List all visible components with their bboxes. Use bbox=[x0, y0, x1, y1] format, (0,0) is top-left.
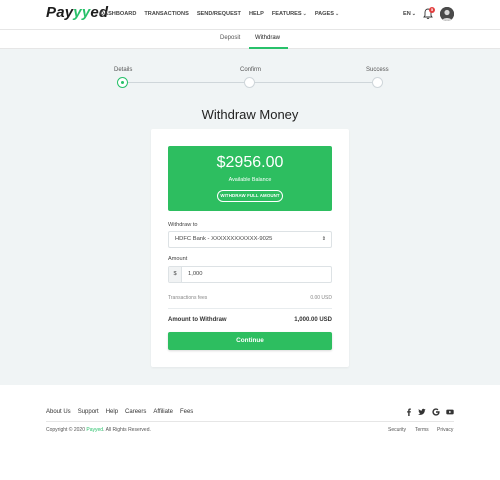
nav-transactions[interactable]: TRANSACTIONS bbox=[144, 11, 188, 17]
balance-panel: $2956.00 Available Balance WITHDRAW FULL… bbox=[168, 146, 332, 211]
footer-link-fees[interactable]: Fees bbox=[180, 409, 193, 415]
chevron-down-icon: ⌄ bbox=[302, 11, 307, 17]
chevron-down-icon: ⌄ bbox=[411, 11, 416, 17]
copyright: Copyright © 2020 Payyed. All Rights Rese… bbox=[46, 427, 151, 433]
step-dot-confirm bbox=[244, 77, 255, 88]
fees-value: 0.00 USD bbox=[310, 295, 332, 301]
copyright-brand-link[interactable]: Payyed bbox=[86, 427, 103, 433]
footer-link-affiliate[interactable]: Affiliate bbox=[153, 409, 173, 415]
chevron-down-icon: ⌄ bbox=[334, 11, 340, 17]
nav-pages[interactable]: PAGES⌄ bbox=[315, 11, 339, 17]
main-nav: DASHBOARD TRANSACTIONS SEND/REQUEST HELP… bbox=[100, 11, 347, 17]
twitter-icon[interactable] bbox=[418, 408, 426, 416]
fees-label: Transactions fees bbox=[168, 295, 208, 301]
currency-prefix: $ bbox=[169, 267, 182, 282]
total-label: Amount to Withdraw bbox=[168, 317, 227, 323]
nav-pages-label: PAGES bbox=[314, 11, 334, 17]
total-value: 1,000.00 USD bbox=[294, 317, 332, 323]
tab-withdraw[interactable]: Withdraw bbox=[255, 35, 280, 41]
fees-row: Transactions fees 0.00 USD bbox=[168, 295, 332, 303]
youtube-icon[interactable] bbox=[446, 408, 454, 416]
facebook-icon[interactable] bbox=[405, 408, 413, 416]
amount-field[interactable]: $ 1,000 bbox=[168, 266, 332, 283]
footer-link-about-us[interactable]: About Us bbox=[46, 409, 71, 415]
logo-prefix: Pay bbox=[46, 4, 74, 21]
total-row: Amount to Withdraw 1,000.00 USD bbox=[168, 317, 332, 326]
footer-link-privacy[interactable]: Privacy bbox=[437, 427, 453, 433]
footer-divider bbox=[46, 421, 454, 422]
language-label: EN bbox=[403, 11, 411, 17]
select-arrows-icon: ⇕ bbox=[321, 236, 326, 242]
withdraw-to-select[interactable]: HDFC Bank - XXXXXXXXXXXX-9025 ⇕ bbox=[168, 231, 332, 248]
withdraw-to-value: HDFC Bank - XXXXXXXXXXXX-9025 bbox=[175, 236, 273, 242]
step-dot-success bbox=[372, 77, 383, 88]
continue-button[interactable]: Continue bbox=[168, 332, 332, 350]
balance-label: Available Balance bbox=[228, 177, 272, 183]
footer-links: About Us Support Help Careers Affiliate … bbox=[46, 409, 200, 415]
nav-features[interactable]: FEATURES⌄ bbox=[272, 11, 307, 17]
amount-label: Amount bbox=[168, 256, 188, 262]
page-title: Withdraw Money bbox=[201, 107, 299, 122]
top-header: Payyyed DASHBOARD TRANSACTIONS SEND/REQU… bbox=[0, 0, 500, 30]
footer-link-security[interactable]: Security bbox=[388, 427, 406, 433]
nav-features-label: FEATURES bbox=[271, 11, 302, 17]
step-label-details: Details bbox=[114, 67, 133, 73]
footer-link-terms[interactable]: Terms bbox=[415, 427, 429, 433]
google-icon[interactable] bbox=[432, 408, 440, 416]
nav-send-request[interactable]: SEND/REQUEST bbox=[197, 11, 241, 17]
withdraw-card: $2956.00 Available Balance WITHDRAW FULL… bbox=[151, 129, 349, 367]
user-avatar[interactable] bbox=[440, 7, 454, 21]
withdraw-full-amount-button[interactable]: WITHDRAW FULL AMOUNT bbox=[217, 190, 283, 202]
footer-link-support[interactable]: Support bbox=[78, 409, 99, 415]
amount-input[interactable]: 1,000 bbox=[188, 267, 203, 282]
tab-deposit[interactable]: Deposit bbox=[220, 35, 240, 41]
nav-help[interactable]: HELP bbox=[249, 11, 264, 17]
footer-link-careers[interactable]: Careers bbox=[125, 409, 146, 415]
divider bbox=[168, 308, 332, 309]
nav-dashboard[interactable]: DASHBOARD bbox=[100, 11, 136, 17]
logo[interactable]: Payyyed bbox=[46, 4, 108, 21]
withdraw-to-label: Withdraw to bbox=[168, 222, 198, 228]
avatar-image bbox=[440, 7, 454, 21]
balance-amount: $2956.00 bbox=[216, 154, 284, 171]
notification-badge: 5 bbox=[429, 7, 435, 13]
footer-link-help[interactable]: Help bbox=[106, 409, 118, 415]
step-label-success: Success bbox=[366, 67, 389, 73]
logo-accent: y bbox=[73, 4, 82, 21]
copyright-suffix: . All Rights Reserved. bbox=[103, 427, 151, 433]
step-label-confirm: Confirm bbox=[240, 67, 262, 73]
language-selector[interactable]: EN⌄ bbox=[403, 11, 416, 17]
copyright-prefix: Copyright © 2020 bbox=[46, 427, 87, 433]
step-dot-details bbox=[117, 77, 128, 88]
sub-navigation: Deposit Withdraw bbox=[0, 30, 500, 49]
